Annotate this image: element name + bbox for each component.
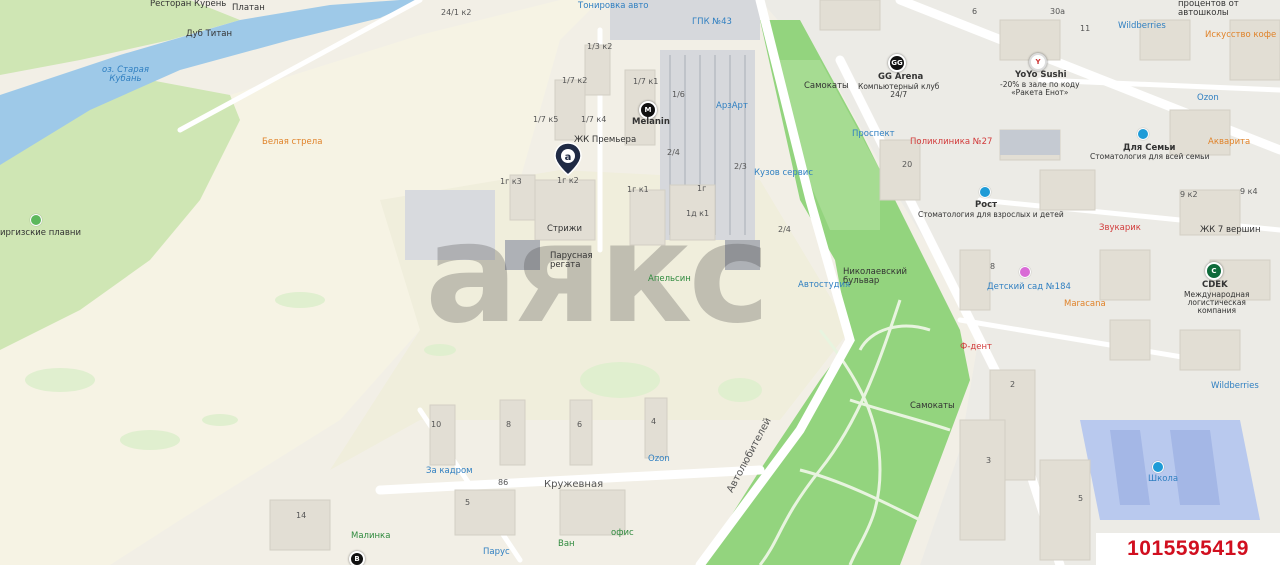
house-number: 2/4 bbox=[778, 225, 791, 234]
house-number: 3 bbox=[986, 456, 992, 465]
place-strizhi[interactable]: Стрижи bbox=[547, 225, 582, 234]
place-cdek-sub: Международная логистическая компания bbox=[1184, 290, 1250, 315]
place-samokaty-1[interactable]: Самокаты bbox=[804, 82, 849, 91]
house-number: 1/7 к1 bbox=[633, 77, 659, 86]
place-iskusstvo-kofe[interactable]: Искусство кофе bbox=[1205, 31, 1276, 40]
place-zvukarik[interactable]: Звукарик bbox=[1099, 224, 1141, 233]
place-van[interactable]: Ван bbox=[558, 540, 575, 549]
place-dlya-semyi-sub: Стоматология для всей семьи bbox=[1090, 152, 1210, 161]
house-number: 1/7 к5 bbox=[533, 115, 559, 124]
house-number: 6 bbox=[972, 7, 978, 16]
place-yoyo-sub: -20% в зале по коду «Ракета Енот» bbox=[1000, 80, 1080, 97]
house-number: 8 bbox=[990, 262, 996, 271]
place-akvarita[interactable]: Акварита bbox=[1208, 138, 1250, 147]
place-cdek[interactable]: CDEK bbox=[1202, 281, 1228, 290]
house-number: 5 bbox=[1078, 494, 1084, 503]
place-samokaty-2[interactable]: Самокаты bbox=[910, 402, 955, 411]
svg-text:a: a bbox=[565, 152, 572, 163]
place-belaya-strela[interactable]: Белая стрела bbox=[262, 138, 322, 147]
place-melanin[interactable]: Melanin bbox=[632, 118, 670, 127]
place-nikolaevsky[interactable]: Николаевский бульвар bbox=[843, 268, 907, 286]
house-number: 6 bbox=[577, 420, 583, 429]
place-f-dent[interactable]: Ф-дент bbox=[960, 343, 992, 352]
listing-id-badge: 1015595419 bbox=[1096, 533, 1280, 565]
house-number: 14 bbox=[296, 511, 307, 520]
yoyo-sushi-icon[interactable]: Y bbox=[1029, 53, 1047, 71]
lake-label: оз. Старая Кубань bbox=[102, 65, 149, 84]
house-number: 2 bbox=[1010, 380, 1016, 389]
cdek-icon[interactable]: C bbox=[1205, 262, 1223, 280]
place-wildberries-2[interactable]: Wildberries bbox=[1211, 382, 1259, 391]
place-yoyo-sushi[interactable]: YoYo Sushi bbox=[1015, 71, 1067, 80]
dental-icon[interactable] bbox=[1137, 128, 1149, 140]
place-avtoshkola[interactable]: процентов от автошколы bbox=[1178, 0, 1239, 18]
house-number: 5 bbox=[465, 498, 471, 507]
house-number: 1д к1 bbox=[686, 209, 710, 218]
place-kuzov-service[interactable]: Кузов сервис bbox=[754, 169, 813, 178]
place-ozon-1[interactable]: Ozon bbox=[1197, 94, 1219, 103]
place-gpk[interactable]: ГПК №43 bbox=[692, 18, 732, 27]
house-number: 1г к1 bbox=[627, 185, 649, 194]
house-number: 1г к2 bbox=[557, 176, 579, 185]
house-number: 1/7 к2 bbox=[562, 76, 588, 85]
school-icon[interactable] bbox=[1152, 461, 1164, 473]
map-view[interactable]: аякс оз. Старая Кубань Ресторан Курень П… bbox=[0, 0, 1280, 565]
listing-location-pin[interactable]: a bbox=[554, 142, 582, 176]
place-apelsin[interactable]: Апельсин bbox=[648, 275, 691, 284]
place-restaurant-kuren[interactable]: Ресторан Курень bbox=[150, 0, 226, 9]
place-dub-titan[interactable]: Дуб Титан bbox=[186, 30, 232, 39]
place-plavni[interactable]: иргизские плавни bbox=[0, 229, 81, 238]
house-number: 11 bbox=[1080, 24, 1091, 33]
house-number: 9 к4 bbox=[1240, 187, 1258, 196]
place-gg-arena-sub: Компьютерный клуб 24/7 bbox=[858, 82, 940, 99]
place-ozon-2[interactable]: Ozon bbox=[648, 455, 670, 464]
house-number: 2/3 bbox=[734, 162, 747, 171]
watermark-logo: аякс bbox=[425, 193, 770, 354]
place-prospekt[interactable]: Проспект bbox=[852, 130, 895, 139]
place-parusnaya-regata[interactable]: Парусная регата bbox=[550, 252, 593, 270]
house-number: 2/4 bbox=[667, 148, 680, 157]
place-wildberries-1[interactable]: Wildberries bbox=[1118, 22, 1166, 31]
place-rost-sub: Стоматология для взрослых и детей bbox=[918, 210, 1064, 219]
place-maracana[interactable]: Maracana bbox=[1064, 300, 1106, 309]
bank-icon[interactable]: B bbox=[349, 551, 365, 565]
gg-arena-icon[interactable]: GG bbox=[888, 54, 906, 72]
house-number: 1/3 к2 bbox=[587, 42, 613, 51]
tooth-icon[interactable] bbox=[979, 186, 991, 198]
house-number: 1г к3 bbox=[500, 177, 522, 186]
place-parus[interactable]: Парус bbox=[483, 548, 510, 557]
place-ofis[interactable]: офис bbox=[611, 529, 634, 538]
place-zhk-premiera[interactable]: ЖК Премьера bbox=[574, 136, 636, 145]
street-kruzhevnaya: Кружевная bbox=[544, 479, 604, 490]
place-gg-arena[interactable]: GG Arena bbox=[878, 73, 923, 82]
house-number: 9 к2 bbox=[1180, 190, 1198, 199]
place-zhk-7-vershin[interactable]: ЖК 7 вершин bbox=[1200, 226, 1261, 235]
house-number: 10 bbox=[431, 420, 442, 429]
house-number: 4 bbox=[651, 417, 657, 426]
park-icon[interactable] bbox=[30, 214, 42, 226]
place-platan[interactable]: Платан bbox=[232, 4, 265, 13]
house-number: 1/6 bbox=[672, 90, 685, 99]
house-number: 1г bbox=[697, 184, 707, 193]
house-number: 20 bbox=[902, 160, 913, 169]
place-rost[interactable]: Рост bbox=[975, 201, 997, 210]
place-detsky-sad[interactable]: Детский сад №184 bbox=[987, 283, 1071, 292]
place-tonirovka[interactable]: Тонировка авто bbox=[578, 2, 649, 11]
place-shkola[interactable]: Школа bbox=[1148, 475, 1178, 484]
place-poliklinika[interactable]: Поликлиника №27 bbox=[910, 138, 992, 147]
kindergarten-icon[interactable] bbox=[1019, 266, 1031, 278]
house-number: 24/1 к2 bbox=[441, 8, 472, 17]
house-number: 8 bbox=[506, 420, 512, 429]
place-arzart[interactable]: АрзАрт bbox=[716, 102, 748, 111]
place-za-kadrom[interactable]: За кадром bbox=[426, 467, 473, 476]
house-number: 1/7 к4 bbox=[581, 115, 607, 124]
house-number: 86 bbox=[498, 478, 509, 487]
place-malinka[interactable]: Малинка bbox=[351, 532, 390, 541]
house-number: 30а bbox=[1050, 7, 1066, 16]
